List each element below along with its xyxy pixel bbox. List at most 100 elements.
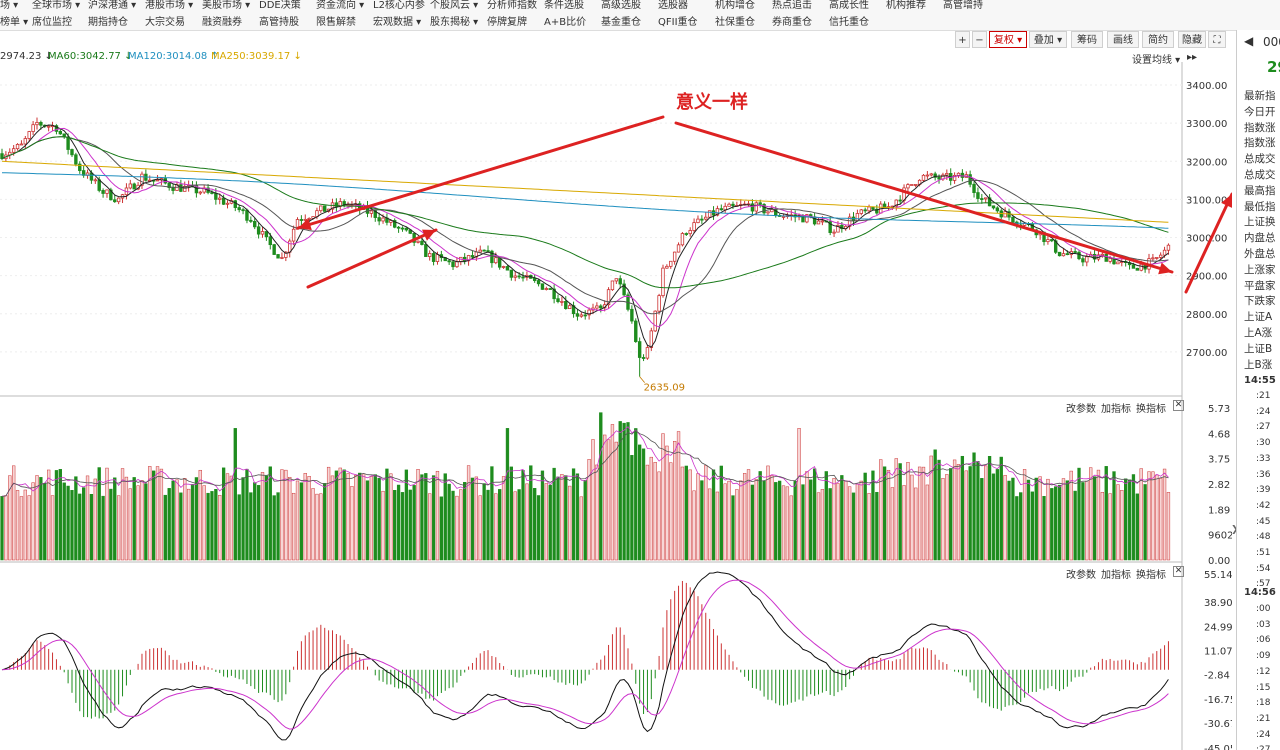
menu-item[interactable]: 高成长性 (829, 0, 869, 11)
candle-body (46, 125, 51, 128)
toolbar-button[interactable]: ⛶ (1208, 31, 1226, 48)
volume-bar (202, 485, 206, 561)
ma60-line (1, 136, 1169, 289)
volume-bar (754, 479, 758, 561)
panel-control[interactable]: 改参数 (1066, 400, 1096, 415)
menu-item[interactable]: 条件选股 (544, 0, 584, 11)
toolbar-button[interactable]: − (972, 31, 987, 48)
candle-body (241, 209, 245, 212)
candle-body (253, 221, 257, 228)
menu-item[interactable]: 场 ▾ (0, 0, 18, 11)
volume-bar (1147, 471, 1151, 561)
quote-field: 最高指 (1244, 184, 1276, 197)
menu-item[interactable]: 券商重仓 (772, 13, 812, 28)
volume-bar (599, 412, 603, 561)
candle-body (610, 280, 615, 291)
toolbar-button[interactable]: 简约 (1142, 31, 1174, 48)
volume-bar (233, 428, 237, 561)
panel-control[interactable]: 换指标 (1136, 566, 1166, 581)
volume-bar (389, 473, 393, 561)
volume-bar (886, 469, 891, 561)
close-icon[interactable]: ✕ (1173, 400, 1184, 411)
candle-body (906, 184, 910, 189)
menu-item[interactable]: A+B比价 (544, 13, 586, 28)
toolbar-button[interactable]: 筹码 (1071, 31, 1103, 48)
menu-item[interactable]: 基金重仓 (601, 13, 641, 28)
candle-body (478, 249, 482, 253)
volume-bar (1131, 474, 1136, 561)
volume-bar (155, 466, 160, 561)
candle-body (381, 217, 385, 222)
menu-item[interactable]: 停牌复牌 (487, 13, 527, 28)
menu-item[interactable]: 社保重仓 (715, 13, 755, 28)
toolbar-button[interactable]: 复权 ▾ (989, 31, 1027, 48)
panel-control[interactable]: 加指标 (1101, 566, 1131, 581)
volume-bar (991, 473, 996, 561)
menu-item[interactable]: 宏观数据 ▾ (373, 13, 421, 28)
toolbar-button[interactable]: + (955, 31, 970, 48)
volume-bar (342, 469, 346, 561)
menu-item[interactable]: 个股风云 ▾ (430, 0, 478, 11)
menu-item[interactable]: DDE决策 (259, 0, 301, 11)
annotation-arrow-up (306, 228, 438, 289)
menu-item[interactable]: 榜单 ▾ (0, 13, 28, 28)
ma250-line (1, 160, 1169, 223)
menu-item[interactable]: 高级选股 (601, 0, 641, 11)
candle-body (513, 275, 517, 278)
volume-bar (136, 485, 140, 561)
menu-item[interactable]: 高管持股 (259, 13, 299, 28)
toolbar-button[interactable]: 叠加 ▾ (1029, 31, 1067, 48)
collapse-icon[interactable]: ◀ (1244, 34, 1253, 48)
volume-bar (478, 495, 482, 561)
menu-item[interactable]: 机构推荐 (886, 0, 926, 11)
menu-item[interactable]: QFII重仓 (658, 13, 698, 28)
candle-body (898, 199, 902, 202)
menu-item[interactable]: 融资融券 (202, 13, 242, 28)
menu-item[interactable]: 席位监控 (32, 13, 72, 28)
panel-control[interactable]: 加指标 (1101, 400, 1131, 415)
panel-control[interactable]: 改参数 (1066, 566, 1096, 581)
menu-item[interactable]: 沪深港通 ▾ (88, 0, 136, 11)
candle-body (618, 278, 622, 285)
volume-bar (221, 467, 226, 561)
menu-item[interactable]: 期指持仓 (88, 13, 128, 28)
volume-bar (665, 445, 669, 561)
volume-bar (31, 482, 35, 561)
menu-item[interactable]: 信托重仓 (829, 13, 869, 28)
menu-item[interactable]: 高管增持 (943, 0, 983, 11)
min-price-label: 2635.09 (644, 383, 685, 394)
volume-bar (1003, 475, 1007, 561)
volume-bar (952, 459, 957, 561)
volume-bar (719, 465, 723, 561)
menu-item[interactable]: 机构增仓 (715, 0, 755, 11)
menu-item[interactable]: 热点追击 (772, 0, 812, 11)
toolbar-button[interactable]: 画线 (1107, 31, 1139, 48)
candle-body (256, 226, 261, 235)
time-header: 14:55 (1244, 375, 1276, 386)
panel-control[interactable]: 换指标 (1136, 400, 1166, 415)
volume-bar (307, 476, 311, 561)
price-tick-label: 3100.00 (1186, 195, 1227, 206)
menu-item[interactable]: 港股市场 ▾ (145, 0, 193, 11)
menu-item[interactable]: L2核心内参 (373, 0, 425, 11)
menu-item[interactable]: 限售解禁 (316, 13, 356, 28)
volume-bar (206, 492, 210, 561)
volume-tick-label: 2.82 (1208, 480, 1230, 491)
volume-bar (649, 456, 653, 561)
menu-item[interactable]: 美股市场 ▾ (202, 0, 250, 11)
menu-item[interactable]: 资金流向 ▾ (316, 0, 364, 11)
volume-bar (735, 489, 739, 561)
volume-bar (875, 491, 879, 561)
menu-item[interactable]: 选股器 (658, 0, 688, 11)
menu-item[interactable]: 大宗交易 (145, 13, 185, 28)
menu-item[interactable]: 全球市场 ▾ (32, 0, 80, 11)
volume-bar (151, 470, 156, 561)
volume-bar (987, 456, 992, 561)
menu-item[interactable]: 股东揭秘 ▾ (430, 13, 478, 28)
volume-bar (789, 495, 793, 561)
close-icon[interactable]: ✕ (1173, 566, 1184, 577)
volume-bar (377, 477, 381, 561)
volume-bar (707, 488, 712, 561)
toolbar-button[interactable]: 隐藏 ▸▸ (1178, 31, 1206, 63)
menu-item[interactable]: 分析师指数 (487, 0, 537, 11)
